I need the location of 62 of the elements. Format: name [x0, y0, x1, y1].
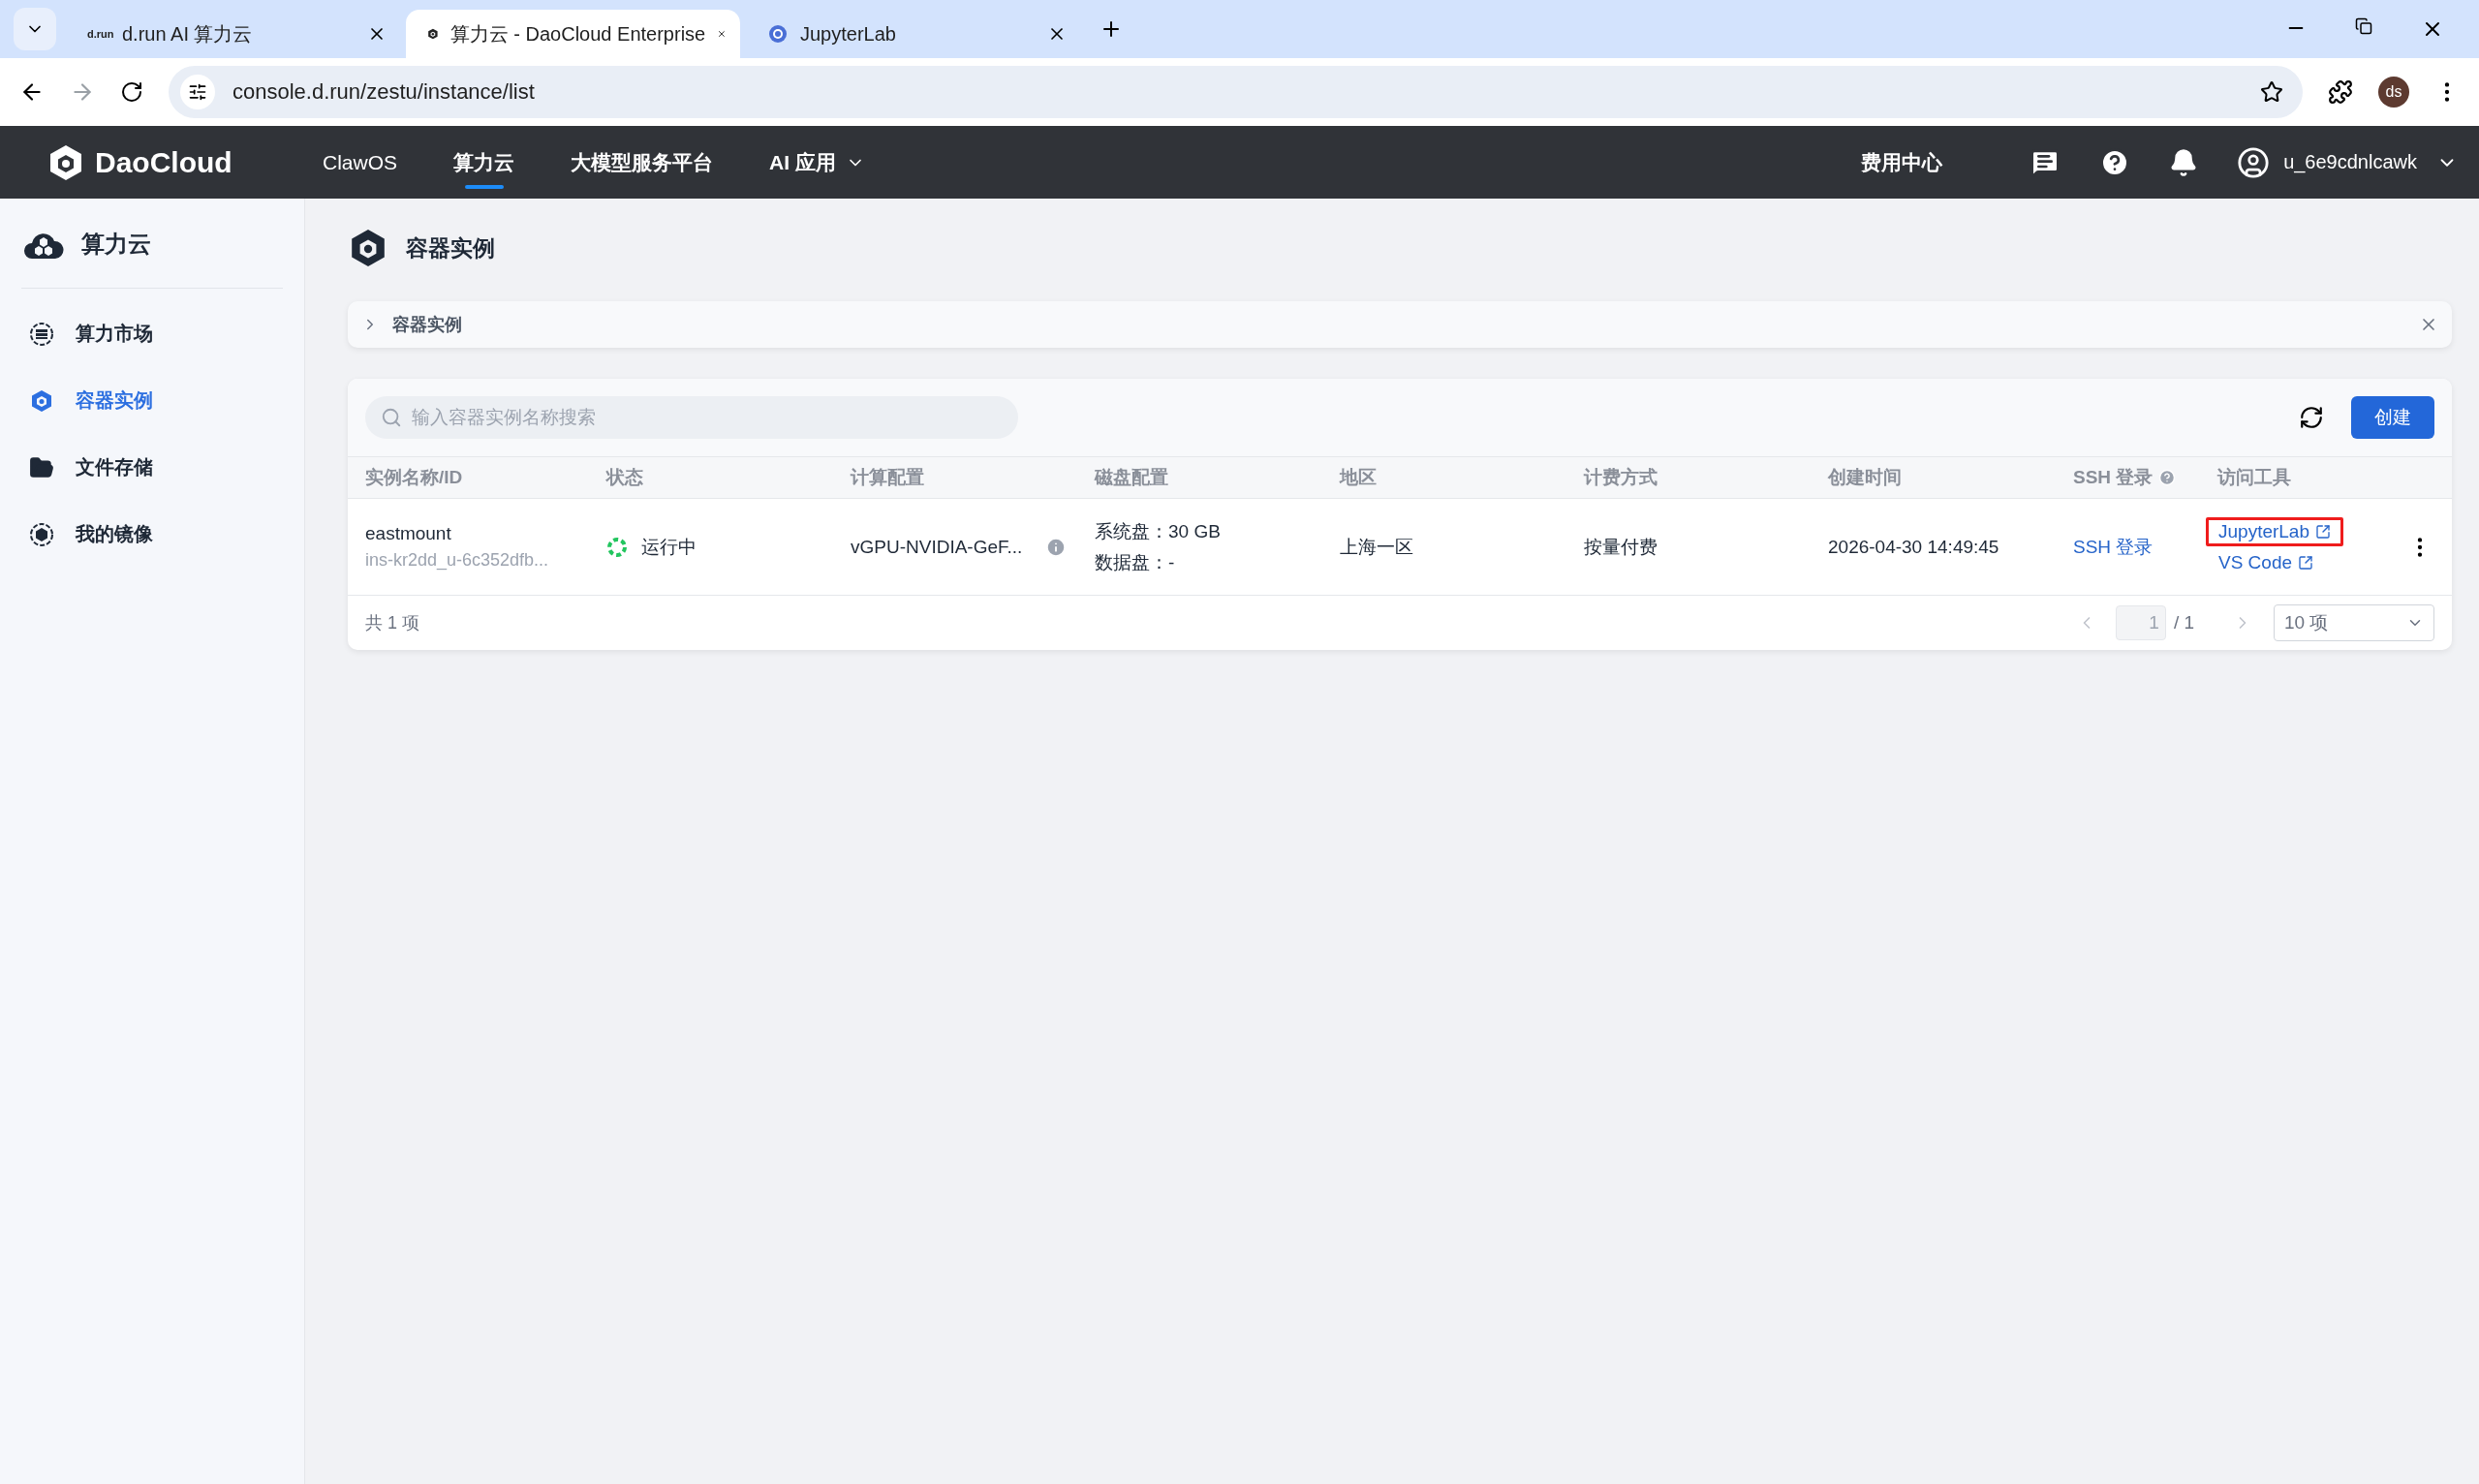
user-avatar-icon[interactable] [2237, 145, 2271, 179]
page-total: / 1 [2173, 612, 2194, 634]
column-header: 访问工具 [2217, 466, 2291, 489]
nav-item[interactable]: ClawOS [323, 126, 398, 199]
nav-link[interactable]: 费用中心 [1861, 148, 1943, 176]
external-link-icon [2298, 554, 2314, 571]
breadcrumb-text[interactable]: 容器实例 [392, 313, 2405, 336]
tab-title: JupyterLab [800, 22, 897, 46]
column-header: 创建时间 [1828, 466, 1902, 489]
table-cell: vGPU-NVIDIA-GeF... [851, 536, 1023, 558]
tab-title: 算力云 - DaoCloud Enterprise [449, 21, 706, 46]
sidebar-item[interactable]: 文件存储 [21, 434, 283, 501]
table-cell-text: 2026-04-30 14:49:45 [1828, 536, 2000, 558]
restore-icon[interactable] [2355, 17, 2372, 35]
sidebar-item[interactable]: 我的镜像 [21, 501, 283, 568]
column-header: 地区 [1340, 466, 1377, 489]
status-text: 运行中 [641, 535, 697, 559]
search-field[interactable]: 输入容器实例名称搜索 [365, 396, 1018, 439]
search-icon [381, 407, 402, 428]
tool-link[interactable]: JupyterLab [2206, 516, 2343, 546]
nav-item[interactable]: AI 应用 [769, 126, 865, 199]
external-link-icon [2315, 523, 2331, 540]
folder-icon [29, 454, 54, 480]
table-cell-text: 上海一区 [1340, 535, 1414, 559]
refresh-icon[interactable] [2299, 405, 2324, 430]
user-name[interactable]: u_6e9cdnlcawk [2283, 151, 2417, 173]
column-header: 计算配置 [851, 466, 924, 489]
logo-text: DaoCloud [95, 145, 232, 179]
list-circle-icon [29, 321, 54, 347]
profile-avatar[interactable]: ds [2378, 77, 2409, 108]
hexagon-icon [29, 387, 54, 414]
status-icon [606, 536, 628, 558]
cube-circle-icon [29, 521, 54, 547]
create-button[interactable]: 创建 [2351, 396, 2434, 439]
page-size-select[interactable]: 10 项 [2274, 604, 2434, 641]
instance-name: eastmount [365, 523, 452, 544]
browser-tab[interactable]: 算力云 - DaoCloud Enterprise [406, 10, 740, 58]
column-header: 计费方式 [1584, 466, 1658, 489]
sidebar-item[interactable]: 算力市场 [21, 300, 283, 367]
site-settings-icon[interactable] [180, 75, 215, 109]
sidebar-item[interactable]: 容器实例 [21, 367, 283, 434]
page-title: 容器实例 [406, 233, 495, 263]
sidebar-title: 算力云 [81, 230, 151, 259]
reload-icon[interactable] [120, 80, 143, 104]
disk-info: 数据盘：- [1095, 550, 1176, 574]
column-header: 状态 [606, 466, 643, 489]
address-bar[interactable]: console.d.run/zestu/instance/list [169, 66, 2303, 118]
tab-title: d.run AI 算力云 [122, 21, 254, 46]
nav-item[interactable]: 大模型服务平台 [571, 126, 714, 199]
extensions-icon[interactable] [2328, 79, 2353, 105]
browser-tab[interactable]: JupyterLab [746, 10, 1080, 58]
instance-id: ins-kr2dd_u-6c352dfb... [365, 550, 550, 571]
column-header: 磁盘配置 [1095, 466, 1168, 489]
bookmark-star-icon[interactable] [2260, 80, 2283, 104]
disk-info: 系统盘：30 GB [1095, 519, 1222, 543]
column-header: SSH 登录 [2073, 466, 2154, 489]
url-text: console.d.run/zestu/instance/list [232, 79, 536, 105]
browser-tab[interactable]: d.run d.run AI 算力云 [66, 10, 400, 58]
total-count: 共 1 项 [365, 612, 420, 634]
table-cell-text: 按量付费 [1584, 535, 1658, 559]
column-header: 实例名称/ID [365, 466, 463, 489]
nav-item[interactable]: 算力云 [453, 126, 515, 199]
